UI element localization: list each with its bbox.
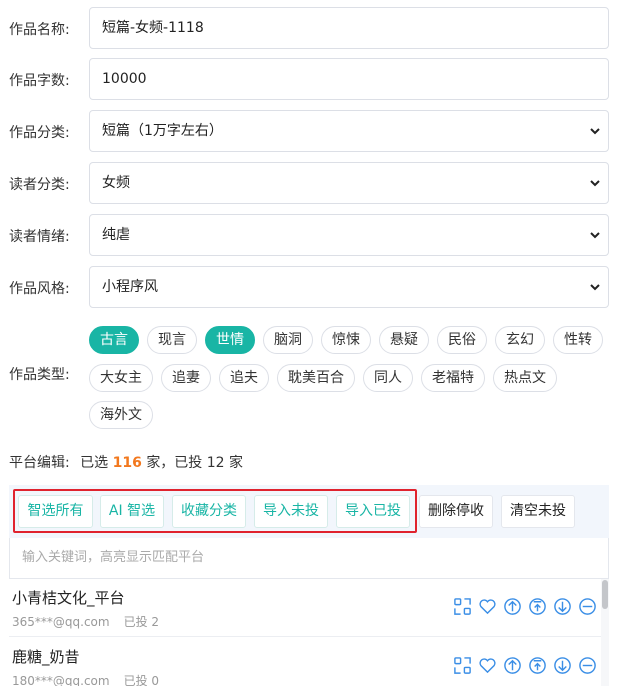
tag-zhui-fu[interactable]: 追夫 xyxy=(219,364,269,392)
emotion-label: 读者情绪: xyxy=(9,229,70,245)
platform-meta: 365***@qq.com 已投 2 xyxy=(12,613,159,630)
tag-dan-mei-bai-he[interactable]: 耽美百合 xyxy=(277,364,355,392)
style-value: 小程序风 xyxy=(102,279,158,295)
work-name-input[interactable]: 短篇-女频-1118 xyxy=(89,7,609,49)
scrollbar-thumb[interactable] xyxy=(602,580,608,609)
arrow-up-icon[interactable] xyxy=(503,656,522,675)
chevron-down-icon xyxy=(590,128,600,135)
list-item: 鹿糖_奶昔 180***@qq.com 已投 0 xyxy=(9,638,601,686)
arrow-top-icon[interactable] xyxy=(528,656,547,675)
word-count-input[interactable]: 10000 xyxy=(89,58,609,100)
tag-re-dian-wen[interactable]: 热点文 xyxy=(493,364,557,392)
delete-stopped-button[interactable]: 删除停收 xyxy=(419,495,493,528)
reader-label: 读者分类: xyxy=(9,177,70,193)
tag-jing-song[interactable]: 惊悚 xyxy=(321,326,371,354)
tag-xuan-yi[interactable]: 悬疑 xyxy=(379,326,429,354)
tag-hai-wai-wen[interactable]: 海外文 xyxy=(89,401,153,429)
selected-count: 116 xyxy=(112,455,142,471)
arrow-down-icon[interactable] xyxy=(553,656,572,675)
arrow-down-icon[interactable] xyxy=(553,597,572,616)
row-actions xyxy=(453,597,601,617)
category-label: 作品分类: xyxy=(9,125,70,141)
tag-shi-qing[interactable]: 世情 xyxy=(205,326,255,354)
platform-email: 180***@qq.com xyxy=(12,674,110,686)
platform-summary: 平台编辑: 已选 116 家，已投 12 家 xyxy=(9,452,243,472)
row-actions xyxy=(453,656,601,676)
form-row-emotion: 读者情绪: 纯虐 xyxy=(0,214,617,256)
form-row-category: 作品分类: 短篇（1万字左右） xyxy=(0,110,617,152)
tag-xing-zhuan[interactable]: 性转 xyxy=(553,326,603,354)
reader-value: 女频 xyxy=(102,175,130,191)
chevron-down-icon xyxy=(590,232,600,239)
work-type-label: 作品类型: xyxy=(9,367,70,383)
category-value: 短篇（1万字左右） xyxy=(102,123,223,139)
platform-label: 平台编辑: xyxy=(9,455,70,471)
selected-prefix: 已选 xyxy=(80,455,109,471)
tag-zhui-qi[interactable]: 追妻 xyxy=(161,364,211,392)
tag-xuan-huan[interactable]: 玄幻 xyxy=(495,326,545,354)
platform-status: 已投 2 xyxy=(123,615,160,629)
platform-meta: 180***@qq.com 已投 0 xyxy=(12,672,159,686)
form-row-name: 作品名称: 短篇-女频-1118 xyxy=(0,7,617,49)
list-divider xyxy=(9,636,601,637)
platform-name: 鹿糖_奶昔 xyxy=(12,648,80,666)
style-select[interactable]: 小程序风 xyxy=(89,266,609,308)
list-item: 小青桔文化_平台 365***@qq.com 已投 2 xyxy=(9,579,601,635)
heart-icon[interactable] xyxy=(478,656,497,675)
tag-nao-dong[interactable]: 脑洞 xyxy=(263,326,313,354)
qrcode-icon[interactable] xyxy=(453,656,472,675)
arrow-top-icon[interactable] xyxy=(528,597,547,616)
heart-icon[interactable] xyxy=(478,597,497,616)
platform-search-input[interactable]: 输入关键词，高亮显示匹配平台 xyxy=(9,538,609,579)
form-row-reader: 读者分类: 女频 xyxy=(0,162,617,204)
work-name-label: 作品名称: xyxy=(9,22,70,38)
emotion-value: 纯虐 xyxy=(102,227,130,243)
style-label: 作品风格: xyxy=(9,281,70,297)
platform-email: 365***@qq.com xyxy=(12,615,110,629)
arrow-up-icon[interactable] xyxy=(503,597,522,616)
form-row-style: 作品风格: 小程序风 xyxy=(0,266,617,308)
platform-list: 小青桔文化_平台 365***@qq.com 已投 2 鹿糖_奶昔 180***@… xyxy=(9,579,609,686)
tag-tong-ren[interactable]: 同人 xyxy=(363,364,413,392)
selected-suffix: 家，已投 12 家 xyxy=(146,455,244,471)
minus-icon[interactable] xyxy=(578,656,597,675)
platform-name: 小青桔文化_平台 xyxy=(12,589,125,607)
platform-status: 已投 0 xyxy=(123,674,160,686)
clear-unsubmitted-button[interactable]: 清空未投 xyxy=(501,495,575,528)
qrcode-icon[interactable] xyxy=(453,597,472,616)
emotion-select[interactable]: 纯虐 xyxy=(89,214,609,256)
form-row-words: 作品字数: 10000 xyxy=(0,58,617,100)
minus-icon[interactable] xyxy=(578,597,597,616)
tag-gu-yan[interactable]: 古言 xyxy=(89,326,139,354)
highlight-outline xyxy=(13,489,417,533)
chevron-down-icon xyxy=(590,284,600,291)
word-count-label: 作品字数: xyxy=(9,73,70,89)
tag-da-nv-zhu[interactable]: 大女主 xyxy=(89,364,153,392)
tag-xian-yan[interactable]: 现言 xyxy=(147,326,197,354)
chevron-down-icon xyxy=(590,180,600,187)
tag-min-su[interactable]: 民俗 xyxy=(437,326,487,354)
reader-select[interactable]: 女频 xyxy=(89,162,609,204)
category-select[interactable]: 短篇（1万字左右） xyxy=(89,110,609,152)
tag-lao-fu-te[interactable]: 老福特 xyxy=(421,364,485,392)
